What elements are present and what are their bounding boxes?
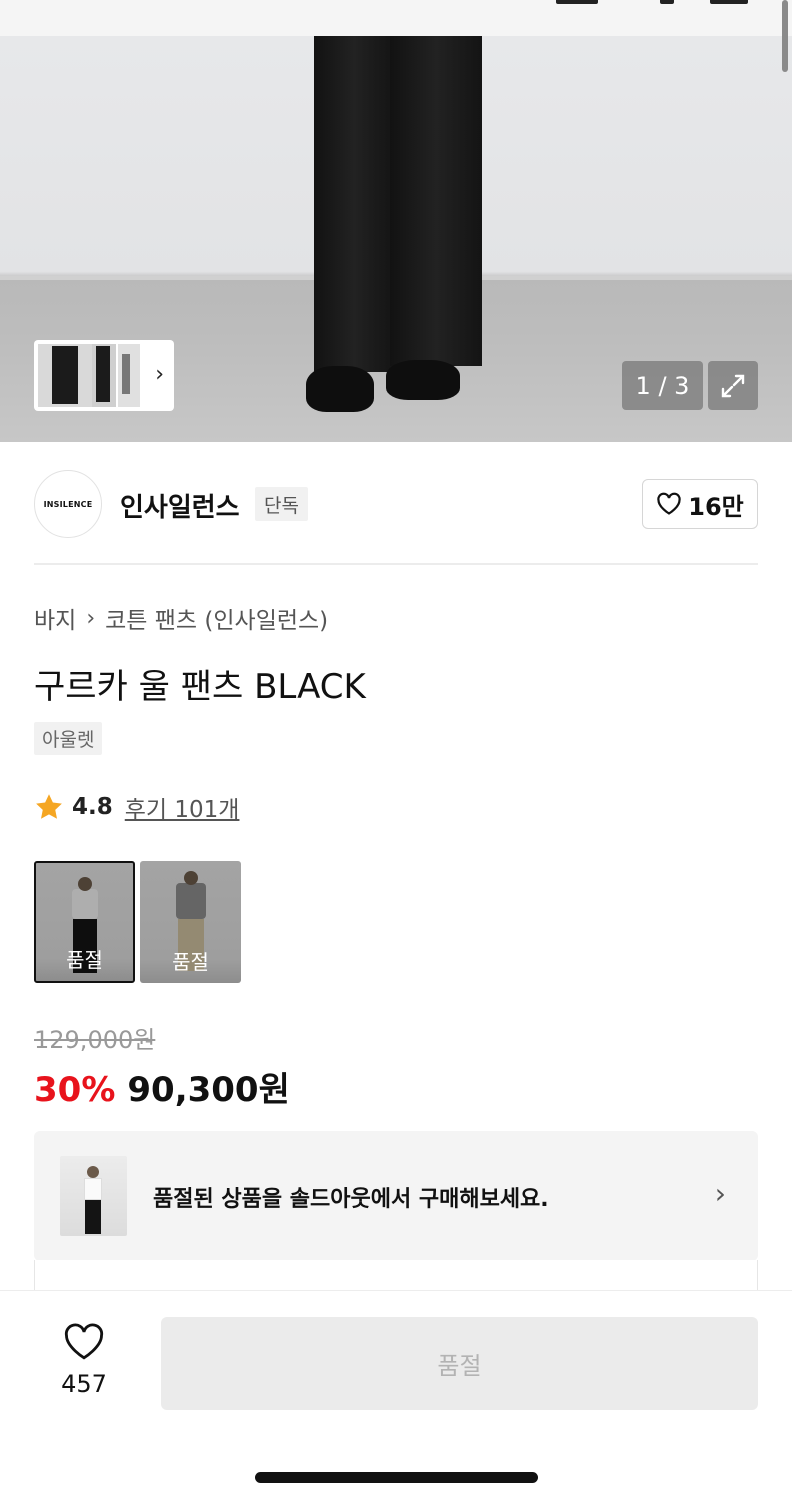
chevron-right-icon: › <box>86 605 96 631</box>
search-icon[interactable] <box>660 0 674 4</box>
brand-like-button[interactable]: 16만 <box>642 479 758 529</box>
trouser-leg-left <box>314 36 394 372</box>
rating-row: 4.8 후기 101개 <box>34 790 239 824</box>
thumbnail-3[interactable] <box>118 344 140 407</box>
image-counter: 1 / 3 <box>622 361 703 410</box>
price-row: 30% 90,300원 <box>34 1062 290 1111</box>
original-price: 129,000원 <box>34 1026 156 1054</box>
rating-score: 4.8 <box>72 794 113 820</box>
soldout-marketplace-banner[interactable]: 품절된 상품을 솔드아웃에서 구매해보세요. › <box>34 1131 758 1261</box>
color-swatch-beige[interactable]: 품절 <box>140 861 241 983</box>
top-app-bar <box>0 0 792 36</box>
product-image-gallery[interactable]: › 1 / 3 <box>0 36 792 442</box>
brand-logo[interactable]: INSILENCE <box>34 470 102 538</box>
divider <box>34 563 758 565</box>
chevron-right-icon: › <box>714 1177 726 1210</box>
thumbnail-2[interactable] <box>92 344 116 407</box>
exclusive-badge: 단독 <box>255 487 308 521</box>
sandal-right <box>386 360 460 400</box>
discount-rate: 30% <box>34 1070 116 1110</box>
soldout-purchase-button[interactable]: 품절 <box>161 1317 758 1410</box>
product-title: 구르카 울 팬츠 BLACK <box>34 667 366 707</box>
soldout-label: 품절 <box>66 948 103 972</box>
menu-icon[interactable] <box>710 0 748 4</box>
thumbnail-1[interactable] <box>38 344 92 407</box>
heart-icon <box>657 492 681 515</box>
soldout-label: 품절 <box>172 950 209 974</box>
breadcrumb-subcategory[interactable]: 코튼 팬츠 (인사일런스) <box>105 601 328 635</box>
banner-text: 품절된 상품을 솔드아웃에서 구매해보세요. <box>153 1187 549 1212</box>
outlet-tag: 아울렛 <box>34 722 103 755</box>
wishlist-count: 457 <box>61 1370 107 1398</box>
banner-thumbnail <box>60 1156 127 1236</box>
cart-icon[interactable] <box>556 0 598 4</box>
image-thumbnail-strip[interactable]: › <box>34 340 174 411</box>
wishlist-button[interactable]: 457 <box>34 1322 134 1398</box>
brand-like-count: 16만 <box>688 492 744 521</box>
breadcrumb: 바지 › 코튼 팬츠 (인사일런스) <box>34 601 328 635</box>
trouser-leg-right <box>390 36 482 366</box>
final-price: 90,300원 <box>127 1070 290 1110</box>
sandal-left <box>306 366 374 412</box>
breadcrumb-category[interactable]: 바지 <box>34 601 76 635</box>
expand-icon[interactable] <box>708 361 758 410</box>
scrollbar[interactable] <box>782 0 788 72</box>
brand-name[interactable]: 인사일런스 <box>120 487 240 524</box>
heart-icon <box>64 1323 104 1360</box>
color-swatch-black[interactable]: 품절 <box>34 861 135 983</box>
star-icon <box>36 794 62 819</box>
home-indicator[interactable] <box>255 1472 538 1483</box>
review-count-link[interactable]: 후기 101개 <box>125 790 240 824</box>
chevron-right-icon[interactable]: › <box>155 362 164 387</box>
